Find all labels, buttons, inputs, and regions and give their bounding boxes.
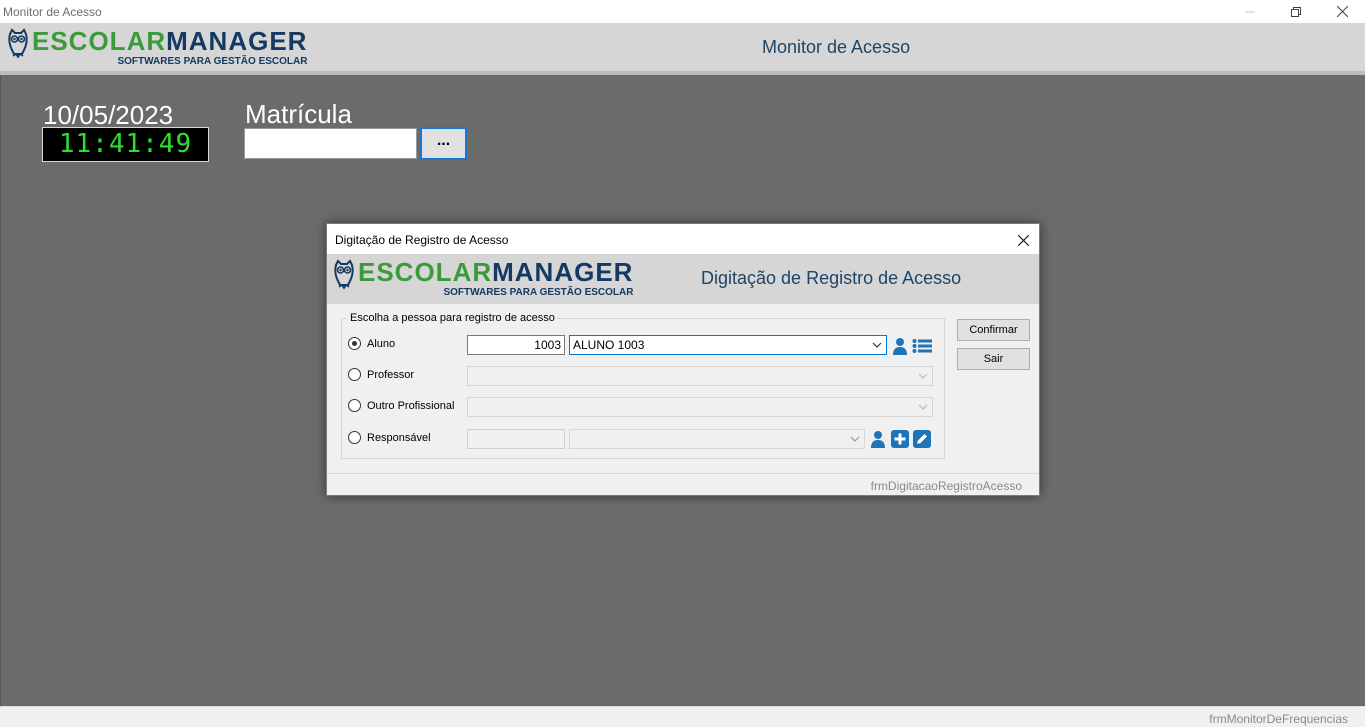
radio-professor[interactable]: Professor	[348, 368, 414, 381]
dialog-close-button[interactable]	[1013, 231, 1033, 249]
radio-label: Outro Profissional	[367, 399, 455, 412]
person-type-groupbox: Escolha a pessoa para registro de acesso…	[341, 312, 945, 459]
statusbar: frmMonitorDeFrequencias	[0, 706, 1365, 727]
person-icon	[871, 431, 885, 448]
dialog-footer-divider	[327, 473, 1039, 474]
registro-acesso-dialog: Digitação de Registro de Acesso ESCOLARM…	[326, 223, 1040, 496]
app-header: ESCOLARMANAGER SOFTWARES PARA GESTÃO ESC…	[0, 23, 1365, 71]
professor-combo[interactable]	[467, 366, 933, 386]
matricula-input[interactable]	[244, 128, 417, 159]
close-icon	[1336, 6, 1348, 17]
radio-responsavel[interactable]: Responsável	[348, 431, 431, 444]
plus-icon	[891, 430, 909, 448]
aluno-code-input[interactable]: 1003	[467, 335, 565, 355]
radio-button[interactable]	[348, 399, 361, 412]
radio-label: Responsável	[367, 431, 431, 444]
radio-label: Professor	[367, 368, 415, 381]
form-name-label: frmMonitorDeFrequencias	[1209, 712, 1348, 726]
restore-button[interactable]	[1273, 0, 1319, 23]
dialog-titlebar: Digitação de Registro de Acesso	[327, 224, 1039, 254]
dialog-header: ESCOLARMANAGER SOFTWARES PARA GESTÃO ESC…	[327, 254, 1039, 304]
minimize-button[interactable]	[1227, 0, 1273, 23]
aluno-person-button[interactable]	[891, 336, 909, 356]
chevron-down-icon[interactable]	[916, 399, 930, 415]
aluno-name-combo[interactable]: ALUNO 1003	[569, 335, 887, 355]
escolar-manager-logo: ESCOLARMANAGER SOFTWARES PARA GESTÃO ESC…	[7, 28, 307, 67]
restore-icon	[1291, 6, 1301, 17]
aluno-list-button[interactable]	[911, 336, 933, 356]
responsavel-code-input[interactable]	[467, 429, 565, 449]
logo-manager-text: MANAGER	[166, 26, 308, 56]
radio-aluno[interactable]: Aluno	[348, 337, 395, 350]
dialog-title: Digitação de Registro de Acesso	[335, 233, 509, 247]
window-title: Monitor de Acesso	[3, 5, 102, 19]
responsavel-add-button[interactable]	[890, 429, 910, 449]
person-icon	[893, 338, 907, 355]
radio-button[interactable]	[348, 368, 361, 381]
logo-tagline: SOFTWARES PARA GESTÃO ESCOLAR	[117, 56, 308, 67]
escolar-manager-logo: ESCOLARMANAGER SOFTWARES PARA GESTÃO ESC…	[333, 259, 633, 298]
list-icon	[912, 339, 932, 353]
exit-button[interactable]: Sair	[957, 348, 1030, 370]
dialog-header-title: Digitação de Registro de Acesso	[701, 268, 962, 288]
responsavel-combo[interactable]	[569, 429, 865, 449]
close-button[interactable]	[1319, 0, 1365, 23]
outro-profissional-combo[interactable]	[467, 397, 933, 417]
digital-clock: 11:41:49	[42, 127, 209, 162]
page-title: Monitor de Acesso	[762, 37, 911, 57]
logo-manager-text: MANAGER	[492, 257, 634, 287]
logo-tagline: SOFTWARES PARA GESTÃO ESCOLAR	[443, 287, 634, 298]
responsavel-person-button[interactable]	[869, 429, 887, 449]
chevron-down-icon[interactable]	[916, 368, 930, 384]
combo-value: ALUNO 1003	[573, 338, 645, 352]
owl-logo-icon	[334, 259, 354, 290]
groupbox-label: Escolha a pessoa para registro de acesso	[348, 312, 557, 324]
responsavel-edit-button[interactable]	[912, 429, 932, 449]
chevron-down-icon[interactable]	[870, 337, 884, 353]
radio-outro-profissional[interactable]: Outro Profissional	[348, 399, 454, 412]
logo-escolar-text: ESCOLAR	[358, 257, 493, 287]
matricula-label: Matrícula	[245, 99, 352, 129]
window-titlebar: Monitor de Acesso	[0, 0, 1365, 23]
pencil-icon	[913, 430, 931, 448]
minimize-icon	[1245, 11, 1255, 12]
logo-escolar-text: ESCOLAR	[32, 26, 167, 56]
dialog-form-name: frmDigitacaoRegistroAcesso	[870, 479, 1022, 493]
owl-logo-icon	[8, 28, 28, 59]
radio-button[interactable]	[348, 337, 361, 350]
close-icon	[1017, 234, 1029, 246]
radio-button[interactable]	[348, 431, 361, 444]
confirm-button[interactable]: Confirmar	[957, 319, 1030, 341]
matricula-browse-button[interactable]: ...	[420, 127, 467, 160]
radio-label: Aluno	[367, 337, 396, 350]
chevron-down-icon[interactable]	[848, 431, 862, 447]
